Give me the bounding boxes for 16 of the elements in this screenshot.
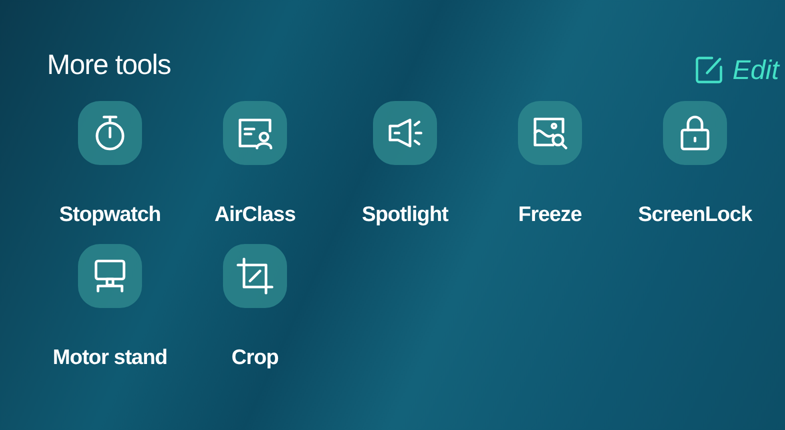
crop-icon — [236, 257, 274, 295]
edit-icon — [694, 55, 724, 86]
tool-button[interactable]: Spotlight — [330, 100, 480, 230]
tool-button[interactable]: Stopwatch — [40, 100, 180, 230]
tool-button[interactable]: ScreenLock — [620, 100, 770, 230]
padlock-icon — [678, 114, 712, 152]
speaker-icon — [386, 116, 424, 150]
image-search-icon — [531, 114, 569, 150]
whiteboard-person-icon — [236, 116, 274, 150]
edit-button[interactable]: Edit — [694, 50, 779, 90]
panel-title: More tools — [47, 48, 171, 82]
tool-button[interactable]: Crop — [180, 244, 330, 374]
tool-button[interactable]: Motor stand — [40, 244, 180, 374]
tool-button[interactable]: AirClass — [180, 100, 330, 230]
stopwatch-icon — [93, 114, 127, 152]
tool-button[interactable]: Freeze — [480, 100, 620, 230]
